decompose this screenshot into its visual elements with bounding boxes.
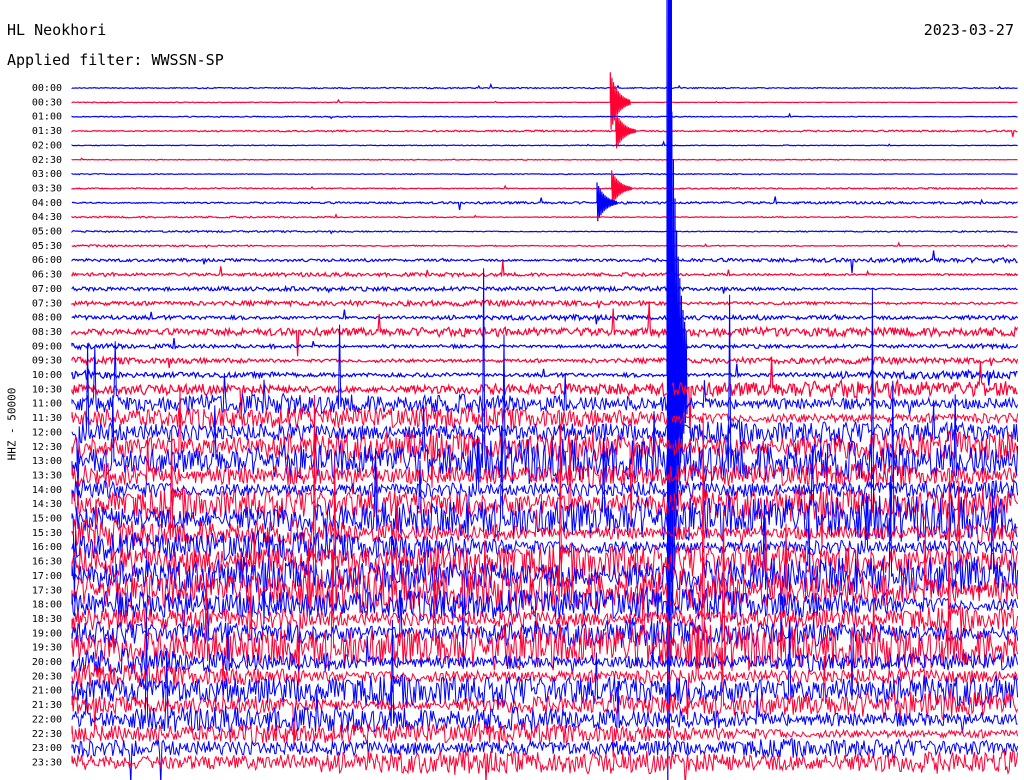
- seismogram-plot: 00:00 00:30 01:00 01:30 02:00 02:30 03:00 03:30…: [32, 0, 1019, 780]
- time-tick-label: 06:30: [32, 270, 62, 281]
- event-spike: [611, 170, 633, 205]
- time-tick-label: 00:30: [32, 97, 62, 108]
- trace-row: [71, 241, 1018, 249]
- time-tick-label: 20:30: [32, 671, 62, 682]
- time-tick-label: 22:30: [32, 729, 62, 740]
- time-tick-label: 05:30: [32, 241, 62, 252]
- time-tick-label: 18:00: [32, 600, 62, 611]
- time-tick-label: 21:30: [32, 700, 62, 711]
- time-tick-label: 13:30: [32, 470, 62, 481]
- time-tick-label: 14:30: [32, 499, 62, 510]
- time-tick-label: 15:00: [32, 514, 62, 525]
- time-tick-label: 19:30: [32, 643, 62, 654]
- time-tick-label: 16:30: [32, 557, 62, 568]
- trace-row: [71, 324, 1019, 416]
- trace-row: [71, 722, 1019, 758]
- time-tick-label: 17:30: [32, 585, 62, 596]
- time-tick-label: 03:00: [32, 169, 62, 180]
- time-tick-label: 07:00: [32, 284, 62, 295]
- trace-row: [71, 82, 1018, 90]
- trace-row: [71, 157, 1018, 162]
- time-tick-label: 18:30: [32, 614, 62, 625]
- trace-row: [71, 354, 1019, 369]
- trace-row: [71, 112, 1018, 120]
- trace-row: [71, 260, 1019, 279]
- trace-row: [71, 338, 1019, 352]
- time-tick-label: 13:00: [32, 456, 62, 467]
- time-tick-label: 12:00: [32, 427, 62, 438]
- time-tick-label: 11:00: [32, 399, 62, 410]
- time-tick-label: 21:00: [32, 686, 62, 697]
- trace-row: [71, 298, 1018, 309]
- time-tick-label: 04:30: [32, 212, 62, 223]
- time-tick-label: 20:00: [32, 657, 62, 668]
- time-tick-label: 10:30: [32, 384, 62, 395]
- trace-row: [71, 140, 1018, 147]
- time-tick-label: 17:00: [32, 571, 62, 582]
- trace-row: [71, 250, 1018, 274]
- time-tick-label: 03:30: [32, 183, 62, 194]
- time-tick-label: 09:00: [32, 341, 62, 352]
- time-tick-label: 22:00: [32, 714, 62, 725]
- time-tick-label: 12:30: [32, 442, 62, 453]
- time-tick-label: 11:30: [32, 413, 62, 424]
- trace-row: [71, 737, 1019, 780]
- trace-row: [71, 363, 1018, 386]
- time-tick-label: 01:30: [32, 126, 62, 137]
- trace-row: [71, 284, 1018, 294]
- time-tick-label: 08:00: [32, 313, 62, 324]
- time-tick-label: 10:00: [32, 370, 62, 381]
- time-tick-label: 04:00: [32, 198, 62, 209]
- time-tick-label: 07:30: [32, 298, 62, 309]
- time-tick-label: 19:00: [32, 628, 62, 639]
- time-tick-label: 02:30: [32, 155, 62, 166]
- trace-row: [71, 196, 1018, 210]
- time-tick-label: 15:30: [32, 528, 62, 539]
- trace-row: [71, 172, 1018, 176]
- large-event-trace: [667, 0, 672, 440]
- time-tick-label: 23:00: [32, 743, 62, 754]
- trace-row: [71, 749, 1019, 780]
- time-tick-label: 00:00: [32, 83, 62, 94]
- time-tick-label: 01:00: [32, 112, 62, 123]
- trace-row: [71, 129, 1018, 137]
- trace-layer: [71, 0, 1019, 780]
- time-tick-label: 02:00: [32, 140, 62, 151]
- trace-row: [71, 184, 1018, 190]
- time-tick-label: 05:00: [32, 227, 62, 238]
- trace-row: [71, 229, 1018, 235]
- time-tick-label: 06:00: [32, 255, 62, 266]
- time-tick-label: 23:30: [32, 757, 62, 768]
- trace-row: [71, 213, 1018, 219]
- time-tick-label: 08:30: [32, 327, 62, 338]
- trace-row: [71, 98, 1018, 104]
- time-tick-labels: 00:00 00:30 01:00 01:30 02:00 02:30 03:00 03:30…: [32, 83, 62, 768]
- time-tick-label: 14:00: [32, 485, 62, 496]
- trace-row: [71, 309, 1019, 325]
- time-tick-label: 09:30: [32, 356, 62, 367]
- time-tick-label: 16:00: [32, 542, 62, 553]
